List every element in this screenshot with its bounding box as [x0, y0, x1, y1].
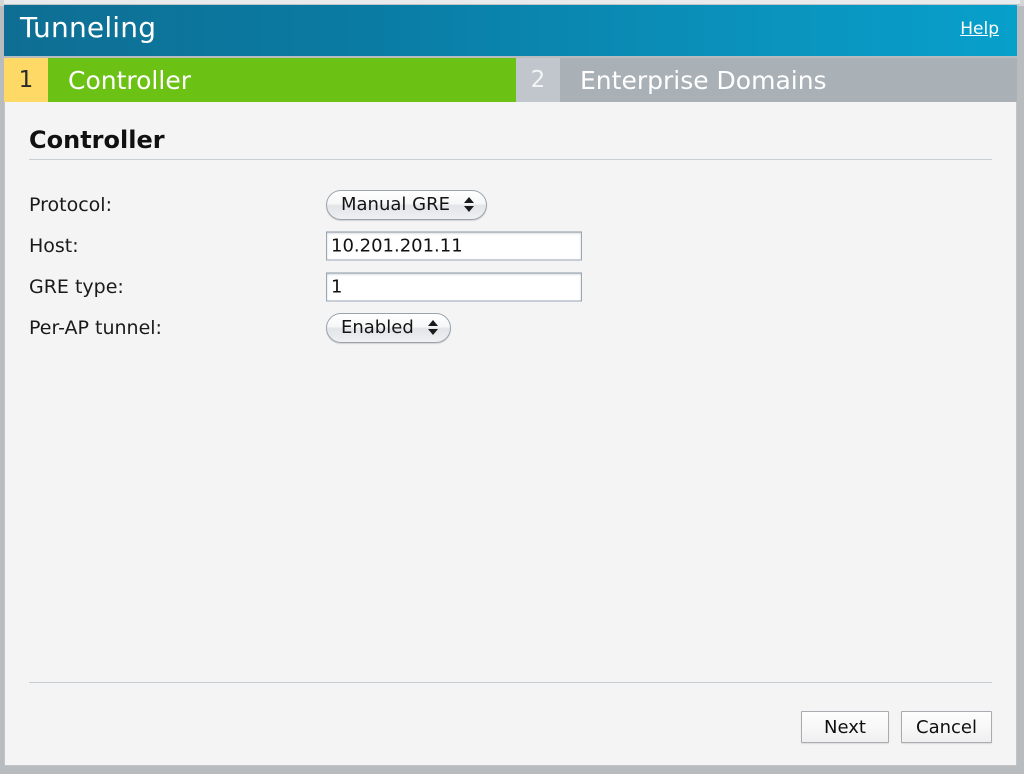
form-row-protocol: Protocol: Manual GRE — [29, 184, 992, 225]
help-link[interactable]: Help — [960, 19, 999, 39]
controller-form: Protocol: Manual GRE Host: 10.201.201.11… — [29, 184, 992, 348]
wizard-step-controller-number: 1 — [4, 58, 48, 102]
section-divider — [29, 159, 992, 160]
protocol-field: Manual GRE — [326, 189, 487, 220]
protocol-select-value: Manual GRE — [341, 194, 450, 215]
per-ap-tunnel-label: Per-AP tunnel: — [29, 316, 162, 339]
titlebar: Tunneling Help — [4, 5, 1017, 56]
protocol-select[interactable]: Manual GRE — [326, 189, 487, 220]
cancel-button[interactable]: Cancel — [901, 711, 992, 743]
updown-arrows-icon — [427, 320, 444, 335]
section-heading: Controller — [29, 126, 165, 154]
arrow-up-icon — [463, 197, 474, 203]
wizard-step-controller-label: Controller — [48, 58, 516, 102]
content-panel: Controller Protocol: Manual GRE Host: 10… — [4, 102, 1017, 766]
wizard-step-enterprise-domains[interactable]: 2 Enterprise Domains — [516, 58, 1017, 102]
wizard-step-enterprise-domains-label: Enterprise Domains — [560, 58, 1017, 102]
host-field — [326, 231, 582, 260]
gre-type-input[interactable] — [326, 272, 582, 301]
updown-arrows-icon — [463, 197, 480, 212]
form-row-host: Host: — [29, 225, 992, 266]
host-label: Host: — [29, 234, 79, 257]
arrow-down-icon — [463, 206, 474, 212]
gre-type-label: GRE type: — [29, 275, 124, 298]
page-title: Tunneling — [20, 11, 157, 44]
wizard-step-controller[interactable]: 1 Controller — [4, 58, 516, 102]
wizard-step-enterprise-domains-number: 2 — [516, 58, 560, 102]
form-row-gre-type: GRE type: — [29, 266, 992, 307]
footer-divider — [29, 682, 992, 683]
arrow-down-icon — [427, 329, 438, 335]
wizard-step-bar: 1 Controller 2 Enterprise Domains — [4, 58, 1017, 102]
gre-type-field — [326, 272, 582, 301]
per-ap-tunnel-select[interactable]: Enabled — [326, 312, 451, 343]
arrow-up-icon — [427, 320, 438, 326]
next-button[interactable]: Next — [801, 711, 890, 743]
per-ap-tunnel-select-value: Enabled — [341, 317, 414, 338]
host-input[interactable] — [326, 231, 582, 260]
footer-buttons: Next Cancel — [801, 711, 992, 743]
tunneling-wizard-window: Tunneling Help 1 Controller 2 Enterprise… — [0, 0, 1024, 774]
form-row-per-ap-tunnel: Per-AP tunnel: Enabled — [29, 307, 992, 348]
protocol-label: Protocol: — [29, 193, 112, 216]
per-ap-tunnel-field: Enabled — [326, 312, 451, 343]
